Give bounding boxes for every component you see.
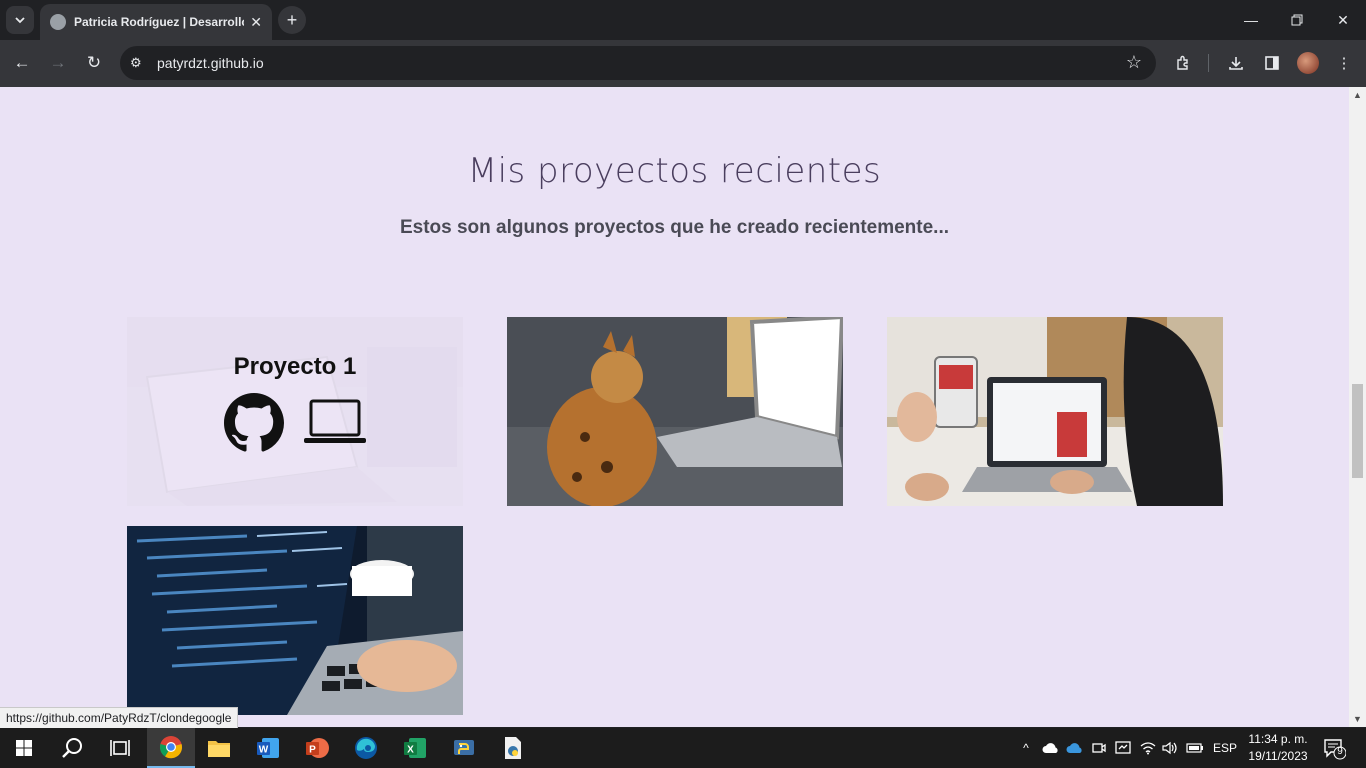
project-4-image	[127, 526, 463, 715]
tab-strip: Patricia Rodríguez | Desarrollo ✕ + — ✕	[0, 0, 1366, 40]
edge-icon	[355, 737, 377, 759]
restore-icon	[1291, 14, 1303, 26]
taskbar-python-file[interactable]	[489, 728, 537, 768]
onedrive-sync-icon[interactable]	[1066, 728, 1084, 768]
back-button[interactable]: ←	[7, 48, 37, 78]
project-title: Proyecto 1	[233, 353, 357, 380]
windows-logo-icon	[16, 740, 32, 756]
globe-icon	[50, 14, 66, 30]
taskbar-chrome[interactable]	[147, 728, 195, 768]
taskbar-excel[interactable]: X	[391, 728, 439, 768]
word-icon: W	[257, 738, 279, 758]
link-status-bubble: https://github.com/PatyRdzT/clondegoogle	[0, 707, 239, 729]
powerpoint-icon: P	[306, 738, 329, 758]
browser-toolbar: ← → ↻ ⚙ patyrdzt.github.io ☆ ⋮	[0, 40, 1366, 87]
excel-icon: X	[404, 738, 426, 758]
side-panel-icon[interactable]	[1259, 50, 1285, 76]
onedrive-icon[interactable]	[1042, 728, 1060, 768]
project-links	[224, 393, 366, 453]
address-bar[interactable]: ⚙ patyrdzt.github.io ☆	[120, 46, 1156, 80]
project-card-1[interactable]: Proyecto 1	[127, 317, 463, 506]
python-icon	[454, 740, 474, 755]
project-card-4[interactable]	[127, 526, 463, 715]
laptop-icon[interactable]	[304, 398, 366, 448]
minimize-button[interactable]: —	[1228, 0, 1274, 40]
notification-count: 9	[1337, 746, 1343, 757]
project-2-image	[507, 317, 843, 506]
project-overlay: Proyecto 1	[127, 317, 463, 506]
url-text: patyrdzt.github.io	[157, 55, 264, 71]
scrollbar-thumb[interactable]	[1352, 384, 1363, 478]
download-icon[interactable]	[1223, 50, 1249, 76]
svg-text:X: X	[407, 745, 414, 756]
task-view-icon	[110, 740, 130, 756]
page-scrollbar[interactable]: ▲ ▼	[1349, 87, 1366, 727]
volume-icon[interactable]	[1162, 728, 1178, 768]
forward-button[interactable]: →	[43, 48, 73, 78]
menu-kebab-icon[interactable]: ⋮	[1331, 50, 1357, 76]
profile-avatar[interactable]	[1297, 52, 1319, 74]
start-button[interactable]	[0, 728, 48, 768]
show-hidden-icons-chevron-icon[interactable]: ^	[1018, 728, 1034, 768]
tab-title: Patricia Rodríguez | Desarrollo	[74, 15, 245, 29]
taskbar-edge[interactable]	[342, 728, 390, 768]
section-title: Mis proyectos recientes	[467, 151, 882, 191]
close-tab-icon[interactable]: ✕	[250, 14, 262, 31]
language-indicator[interactable]: ESP	[1213, 728, 1237, 768]
taskbar-clock[interactable]: 11:34 p. m. 19/11/2023	[1240, 731, 1316, 765]
page-viewport: Mis proyectos recientes Estos son alguno…	[0, 87, 1349, 727]
task-view-button[interactable]	[96, 728, 144, 768]
site-info-icon[interactable]: ⚙	[130, 55, 142, 71]
reload-button[interactable]: ↻	[79, 48, 109, 78]
file-explorer-icon	[208, 741, 230, 757]
svg-text:P: P	[309, 745, 316, 756]
meet-now-icon[interactable]	[1092, 728, 1106, 768]
browser-tab[interactable]: Patricia Rodríguez | Desarrollo ✕	[40, 4, 272, 40]
toolbar-divider	[1208, 54, 1209, 72]
chrome-icon	[159, 736, 183, 759]
restore-button[interactable]	[1274, 0, 1320, 40]
search-button[interactable]	[48, 728, 96, 768]
project-card-2[interactable]	[507, 317, 843, 506]
bookmark-star-icon[interactable]: ☆	[1126, 52, 1142, 73]
battery-icon[interactable]	[1186, 728, 1204, 768]
scroll-down-icon[interactable]: ▼	[1353, 714, 1362, 724]
project-card-3[interactable]	[887, 317, 1223, 506]
clock-date: 19/11/2023	[1248, 749, 1308, 763]
wifi-icon[interactable]	[1140, 728, 1156, 768]
python-file-icon	[505, 737, 521, 759]
screen-capture-icon[interactable]	[1115, 728, 1131, 768]
close-window-button[interactable]: ✕	[1320, 0, 1366, 40]
scroll-up-icon[interactable]: ▲	[1353, 90, 1362, 100]
chevron-down-icon	[15, 17, 25, 24]
tab-search-button[interactable]	[6, 6, 34, 34]
notification-center-button[interactable]: 9	[1322, 736, 1347, 760]
windows-taskbar: W P X ^ ESP 11:34 p. m. 19/11/2023 9	[0, 728, 1366, 768]
extensions-icon[interactable]	[1170, 50, 1196, 76]
section-subtitle: Estos son algunos proyectos que he cread…	[399, 217, 950, 238]
search-icon	[62, 738, 82, 758]
taskbar-powerpoint[interactable]: P	[293, 728, 341, 768]
new-tab-button[interactable]: +	[278, 6, 306, 34]
project-3-image	[887, 317, 1223, 506]
taskbar-python[interactable]	[440, 728, 488, 768]
github-icon[interactable]	[224, 393, 284, 453]
svg-text:W: W	[259, 745, 269, 756]
clock-time: 11:34 p. m.	[1248, 732, 1308, 746]
taskbar-word[interactable]: W	[244, 728, 292, 768]
taskbar-file-explorer[interactable]	[195, 728, 243, 768]
